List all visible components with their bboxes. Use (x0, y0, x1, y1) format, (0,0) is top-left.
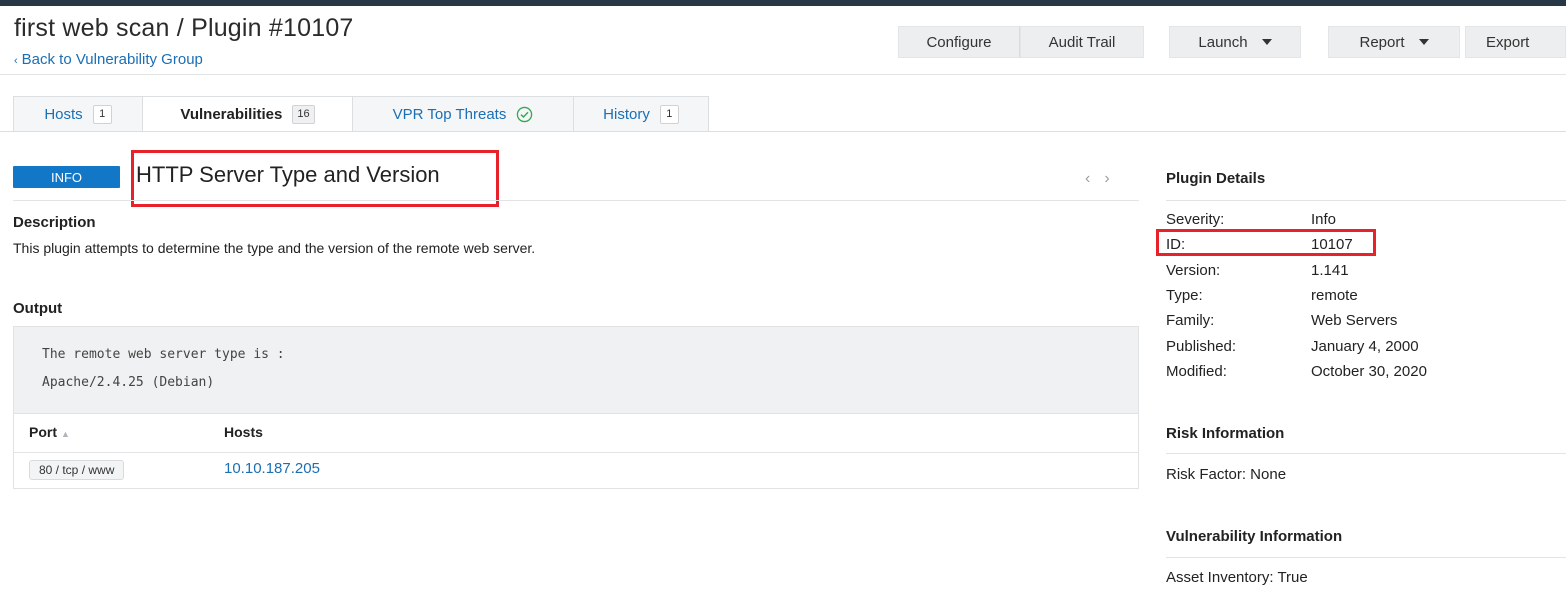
severity-badge: INFO (13, 166, 120, 188)
table-divider (14, 452, 1138, 453)
detail-label: Version: (1166, 262, 1221, 279)
port-header-label: Port (29, 424, 57, 440)
configure-button[interactable]: Configure (898, 26, 1020, 58)
port-pill: 80 / tcp / www (29, 460, 125, 480)
plugin-details-divider (1166, 200, 1566, 201)
detail-label: Severity: (1166, 211, 1225, 228)
vulnerability-title: HTTP Server Type and Version (136, 162, 440, 187)
launch-label: Launch (1198, 33, 1248, 51)
detail-value: 10107 (1311, 236, 1353, 253)
detail-label: Family: (1166, 312, 1215, 329)
vulnerability-information-divider (1166, 557, 1566, 558)
detail-label: Published: (1166, 338, 1237, 355)
output-box: The remote web server type is : Apache/2… (13, 326, 1139, 414)
detail-value: October 30, 2020 (1311, 363, 1427, 380)
tab-vulnerabilities-count: 16 (292, 105, 315, 124)
next-arrow-icon[interactable]: › (1104, 170, 1123, 187)
tab-hosts-count: 1 (92, 105, 112, 124)
host-link[interactable]: 10.10.187.205 (224, 460, 320, 477)
tab-history-count: 1 (659, 105, 679, 124)
tab-vpr-label: VPR Top Threats (392, 106, 507, 123)
tab-vulnerabilities[interactable]: Vulnerabilities 16 (142, 96, 353, 132)
detail-value: Info (1311, 211, 1337, 228)
tab-vpr-top-threats[interactable]: VPR Top Threats (352, 96, 574, 132)
port-hosts-table: Port ▲ Hosts 80 / tcp / www 10.10.187.205 (13, 414, 1139, 489)
top-bar (0, 0, 1566, 6)
check-circle-icon (517, 106, 533, 123)
title-divider (13, 200, 1139, 201)
detail-value: 1.141 (1311, 262, 1349, 279)
output-line: Apache/2.4.25 (Debian) (42, 375, 215, 390)
tab-vulnerabilities-label: Vulnerabilities (180, 106, 283, 123)
detail-label: ID: (1166, 236, 1186, 253)
risk-information-heading: Risk Information (1166, 425, 1285, 442)
configure-label: Configure (926, 33, 992, 51)
report-label: Report (1359, 33, 1405, 51)
caret-down-icon (1418, 39, 1429, 45)
port-column-header[interactable]: Port ▲ (29, 424, 70, 440)
tab-hosts[interactable]: Hosts 1 (13, 96, 143, 132)
tab-history[interactable]: History 1 (573, 96, 709, 132)
hosts-column-header[interactable]: Hosts (224, 424, 263, 440)
description-text: This plugin attempts to determine the ty… (13, 240, 536, 256)
header-divider (0, 74, 1566, 75)
risk-information-divider (1166, 453, 1566, 454)
vulnerability-information-heading: Vulnerability Information (1166, 528, 1343, 545)
back-link-label: Back to Vulnerability Group (21, 51, 203, 68)
audit-trail-button[interactable]: Audit Trail (1020, 26, 1144, 58)
previous-arrow-icon[interactable]: ‹ (1085, 170, 1104, 187)
detail-value: Web Servers (1311, 312, 1398, 329)
detail-label: Modified: (1166, 363, 1227, 380)
report-button[interactable]: Report (1328, 26, 1460, 58)
export-button[interactable]: Export (1465, 26, 1566, 58)
detail-value: remote (1311, 287, 1358, 304)
page-title: first web scan / Plugin #10107 (14, 14, 354, 42)
tabs-divider (0, 131, 1566, 132)
detail-label: Type: (1166, 287, 1203, 304)
output-heading: Output (13, 300, 63, 317)
description-heading: Description (13, 214, 96, 231)
chevron-left-icon: ‹ (14, 55, 18, 67)
plugin-details-heading: Plugin Details (1166, 170, 1266, 187)
risk-factor-text: Risk Factor: None (1166, 466, 1287, 483)
tab-history-label: History (603, 106, 650, 123)
detail-value: January 4, 2000 (1311, 338, 1419, 355)
launch-button[interactable]: Launch (1169, 26, 1301, 58)
tab-hosts-label: Hosts (44, 106, 83, 123)
back-to-vulnerability-group-link[interactable]: ‹ Back to Vulnerability Group (14, 51, 203, 68)
tab-bar: Hosts 1 Vulnerabilities 16 VPR Top Threa… (13, 96, 709, 132)
sort-ascending-icon: ▲ (61, 429, 70, 439)
pager-arrows: ‹› (1085, 170, 1124, 188)
audit-trail-label: Audit Trail (1048, 33, 1116, 51)
caret-down-icon (1261, 39, 1272, 45)
asset-inventory-text: Asset Inventory: True (1166, 569, 1308, 586)
output-line: The remote web server type is : (42, 347, 285, 362)
export-label: Export (1486, 33, 1530, 51)
